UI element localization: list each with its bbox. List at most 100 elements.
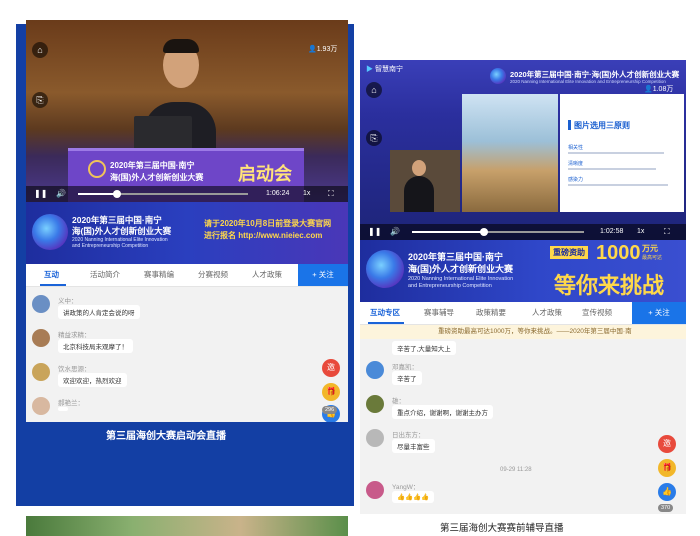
fullscreen-icon[interactable]: ⛶ xyxy=(328,186,334,202)
banner-slogan: 等你来挑战 xyxy=(554,273,665,298)
avatar xyxy=(32,295,50,313)
fullscreen-icon[interactable]: ⛶ xyxy=(664,224,670,240)
progress-bar[interactable] xyxy=(412,228,584,236)
right-video-player[interactable]: ▶ 智慧南宁 2020年第三届中国·南宁·海(国)外人才创新创业大赛 2020 … xyxy=(360,60,686,240)
gift-icon: 🎁 xyxy=(326,387,336,396)
follow-button[interactable]: + 关注 xyxy=(298,264,348,286)
slide-accent-bar xyxy=(568,120,571,130)
slide-line xyxy=(568,168,656,170)
invite-button[interactable]: 邀 xyxy=(322,359,340,377)
ticker-text: 重磅资助最高可达1000万，等你来挑战。——2020年第三届中国·南 xyxy=(438,328,632,335)
banner-title2: 海(国)外人才创新创业大赛 xyxy=(408,264,513,274)
banner-sub2: and Entrepreneurship Competition xyxy=(408,283,492,289)
header-sub: 2020 Nanning International Elite Innovat… xyxy=(510,79,666,84)
avatar xyxy=(32,397,50,415)
gift-button[interactable]: 🎁 xyxy=(658,459,676,477)
right-tab-bar: 互动专区 赛事辅导 政策精要 人才政策 宣传视频 + 关注 xyxy=(360,302,686,325)
left-video-player[interactable]: 2020年第三届中国·南宁 海(国)外人才创新创业大赛 启动会 ⌂ ⎘ 👤1.9… xyxy=(26,20,348,202)
home-icon[interactable]: ⌂ xyxy=(366,82,382,98)
progress-fill xyxy=(78,193,118,195)
right-caption: 第三届海创大赛赛前辅导直播 xyxy=(440,523,564,534)
follow-button[interactable]: + 关注 xyxy=(632,302,686,324)
video-controls: ❚❚ 🔊 1:06:24 1x ⛶ xyxy=(26,186,348,202)
pause-icon[interactable]: ❚❚ xyxy=(368,224,381,240)
slide-h3: 感染力 xyxy=(568,177,584,183)
left-tab-bar: 互动 活动简介 赛事精编 分赛视频 人才政策 + 关注 xyxy=(26,264,348,287)
pause-icon[interactable]: ❚❚ xyxy=(34,186,47,202)
invite-button[interactable]: 邀 xyxy=(658,435,676,453)
left-banner: 2020年第三届中国·南宁 海(国)外人才创新创业大赛 2020 Nanning… xyxy=(26,202,348,264)
tab-talent-policy[interactable]: 人才政策 xyxy=(252,264,282,286)
tab-talent-policy[interactable]: 人才政策 xyxy=(532,302,562,324)
tab-interaction[interactable]: 互动 xyxy=(44,264,59,286)
like-count: 370 xyxy=(658,504,674,512)
banner-title2: 海(国)外人才创新创业大赛 xyxy=(72,226,172,236)
speed-button[interactable]: 1x xyxy=(637,224,644,240)
progress-fill xyxy=(412,231,485,233)
volume-icon[interactable]: 🔊 xyxy=(56,186,66,202)
tab-pre-coaching[interactable]: 赛事辅导 xyxy=(424,302,454,324)
volume-icon[interactable]: 🔊 xyxy=(390,224,400,240)
right-chat-list[interactable]: 辛苦了,大量知大上 邓嘉凯： 辛苦了 雄： 重点介绍，谢谢啊，谢谢主办方 日出东… xyxy=(360,339,686,514)
progress-bar[interactable] xyxy=(78,190,248,198)
left-chat-list[interactable]: 义中： 讲政策的人肯定会说的呀 精益求精： 北京科技局未观摩了！ 饮水思源： 欢… xyxy=(26,287,348,422)
tab-policy-essentials[interactable]: 政策精要 xyxy=(476,302,506,324)
right-phone-screen: ▶ 智慧南宁 2020年第三届中国·南宁·海(国)外人才创新创业大赛 2020 … xyxy=(360,60,686,514)
speed-button[interactable]: 1x xyxy=(303,186,310,202)
speaker-head xyxy=(412,160,426,176)
message-author: 日出东方： xyxy=(392,432,425,439)
bottom-photo-strip xyxy=(26,516,348,536)
slide-h2: 清晰度 xyxy=(568,161,584,167)
brand-logo: ▶ 智慧南宁 xyxy=(366,64,403,74)
progress-knob[interactable] xyxy=(113,190,122,198)
message-text xyxy=(58,407,68,411)
slide-h1: 相关性 xyxy=(568,145,584,151)
slide-line xyxy=(568,152,664,154)
message-text: 讲政策的人肯定会说的呀 xyxy=(58,305,140,319)
message-text: 辛苦了,大量知大上 xyxy=(392,341,456,355)
message-text: 北京科技局未观摩了！ xyxy=(58,339,133,353)
time-display: 1:06:24 xyxy=(266,190,290,197)
podium-event: 启动会 xyxy=(238,164,292,184)
tab-highlights[interactable]: 赛事精编 xyxy=(144,264,174,286)
video-controls: ❚❚ 🔊 1:02:58 1x ⛶ xyxy=(360,224,686,240)
time-display: 1:02:58 xyxy=(600,228,624,235)
view-count: 👤1.93万 xyxy=(308,44,337,54)
banner-sub2: and Entrepreneurship Competition xyxy=(72,243,149,249)
podium-logo xyxy=(88,160,106,178)
podium-title-line2: 海(国)外人才创新创业大赛 xyxy=(110,173,204,182)
tab-interaction-zone[interactable]: 互动专区 xyxy=(370,302,400,324)
progress-knob[interactable] xyxy=(480,228,489,236)
view-count-text: 1.08万 xyxy=(652,86,674,93)
message-text: 辛苦了 xyxy=(392,371,422,385)
tab-promo-videos[interactable]: 宣传视频 xyxy=(582,302,612,324)
share-icon[interactable]: ⎘ xyxy=(366,130,382,146)
left-phone-screen: 2020年第三届中国·南宁 海(国)外人才创新创业大赛 启动会 ⌂ ⎘ 👤1.9… xyxy=(26,20,348,422)
viewer-icon: 👤 xyxy=(644,86,653,93)
gift-button[interactable]: 🎁 xyxy=(322,383,340,401)
tab-sub-videos[interactable]: 分赛视频 xyxy=(198,264,228,286)
share-icon[interactable]: ⎘ xyxy=(32,92,48,108)
message-author: YangW： xyxy=(392,484,420,491)
banner-globe-logo xyxy=(32,214,68,250)
avatar xyxy=(366,361,384,379)
message-text: 欢迎欢迎，热烈欢迎 xyxy=(58,373,127,387)
like-button[interactable]: 👍 xyxy=(658,483,676,501)
message-timestamp: 09-29 11:28 xyxy=(500,467,532,473)
slide-photo xyxy=(462,94,558,212)
slide-heading: 图片选用三原则 xyxy=(574,121,630,130)
slide-line xyxy=(568,184,668,186)
home-icon[interactable]: ⌂ xyxy=(32,42,48,58)
avatar xyxy=(366,429,384,447)
message-author: 饮水思源： xyxy=(58,366,91,373)
brand-name: 智慧南宁 xyxy=(374,66,403,73)
view-count: 👤1.08万 xyxy=(644,84,673,94)
right-banner: 2020年第三届中国·南宁 海(国)外人才创新创业大赛 2020 Nanning… xyxy=(360,240,686,302)
header-globe-logo xyxy=(490,68,506,84)
tab-activity-intro[interactable]: 活动简介 xyxy=(90,264,120,286)
banner-globe-logo xyxy=(366,250,404,288)
gift-icon: 🎁 xyxy=(662,463,672,472)
tab-underline xyxy=(368,322,404,324)
tab-underline xyxy=(40,284,66,286)
podium-year-title: 2020年第三届中国·南宁 xyxy=(110,161,195,170)
